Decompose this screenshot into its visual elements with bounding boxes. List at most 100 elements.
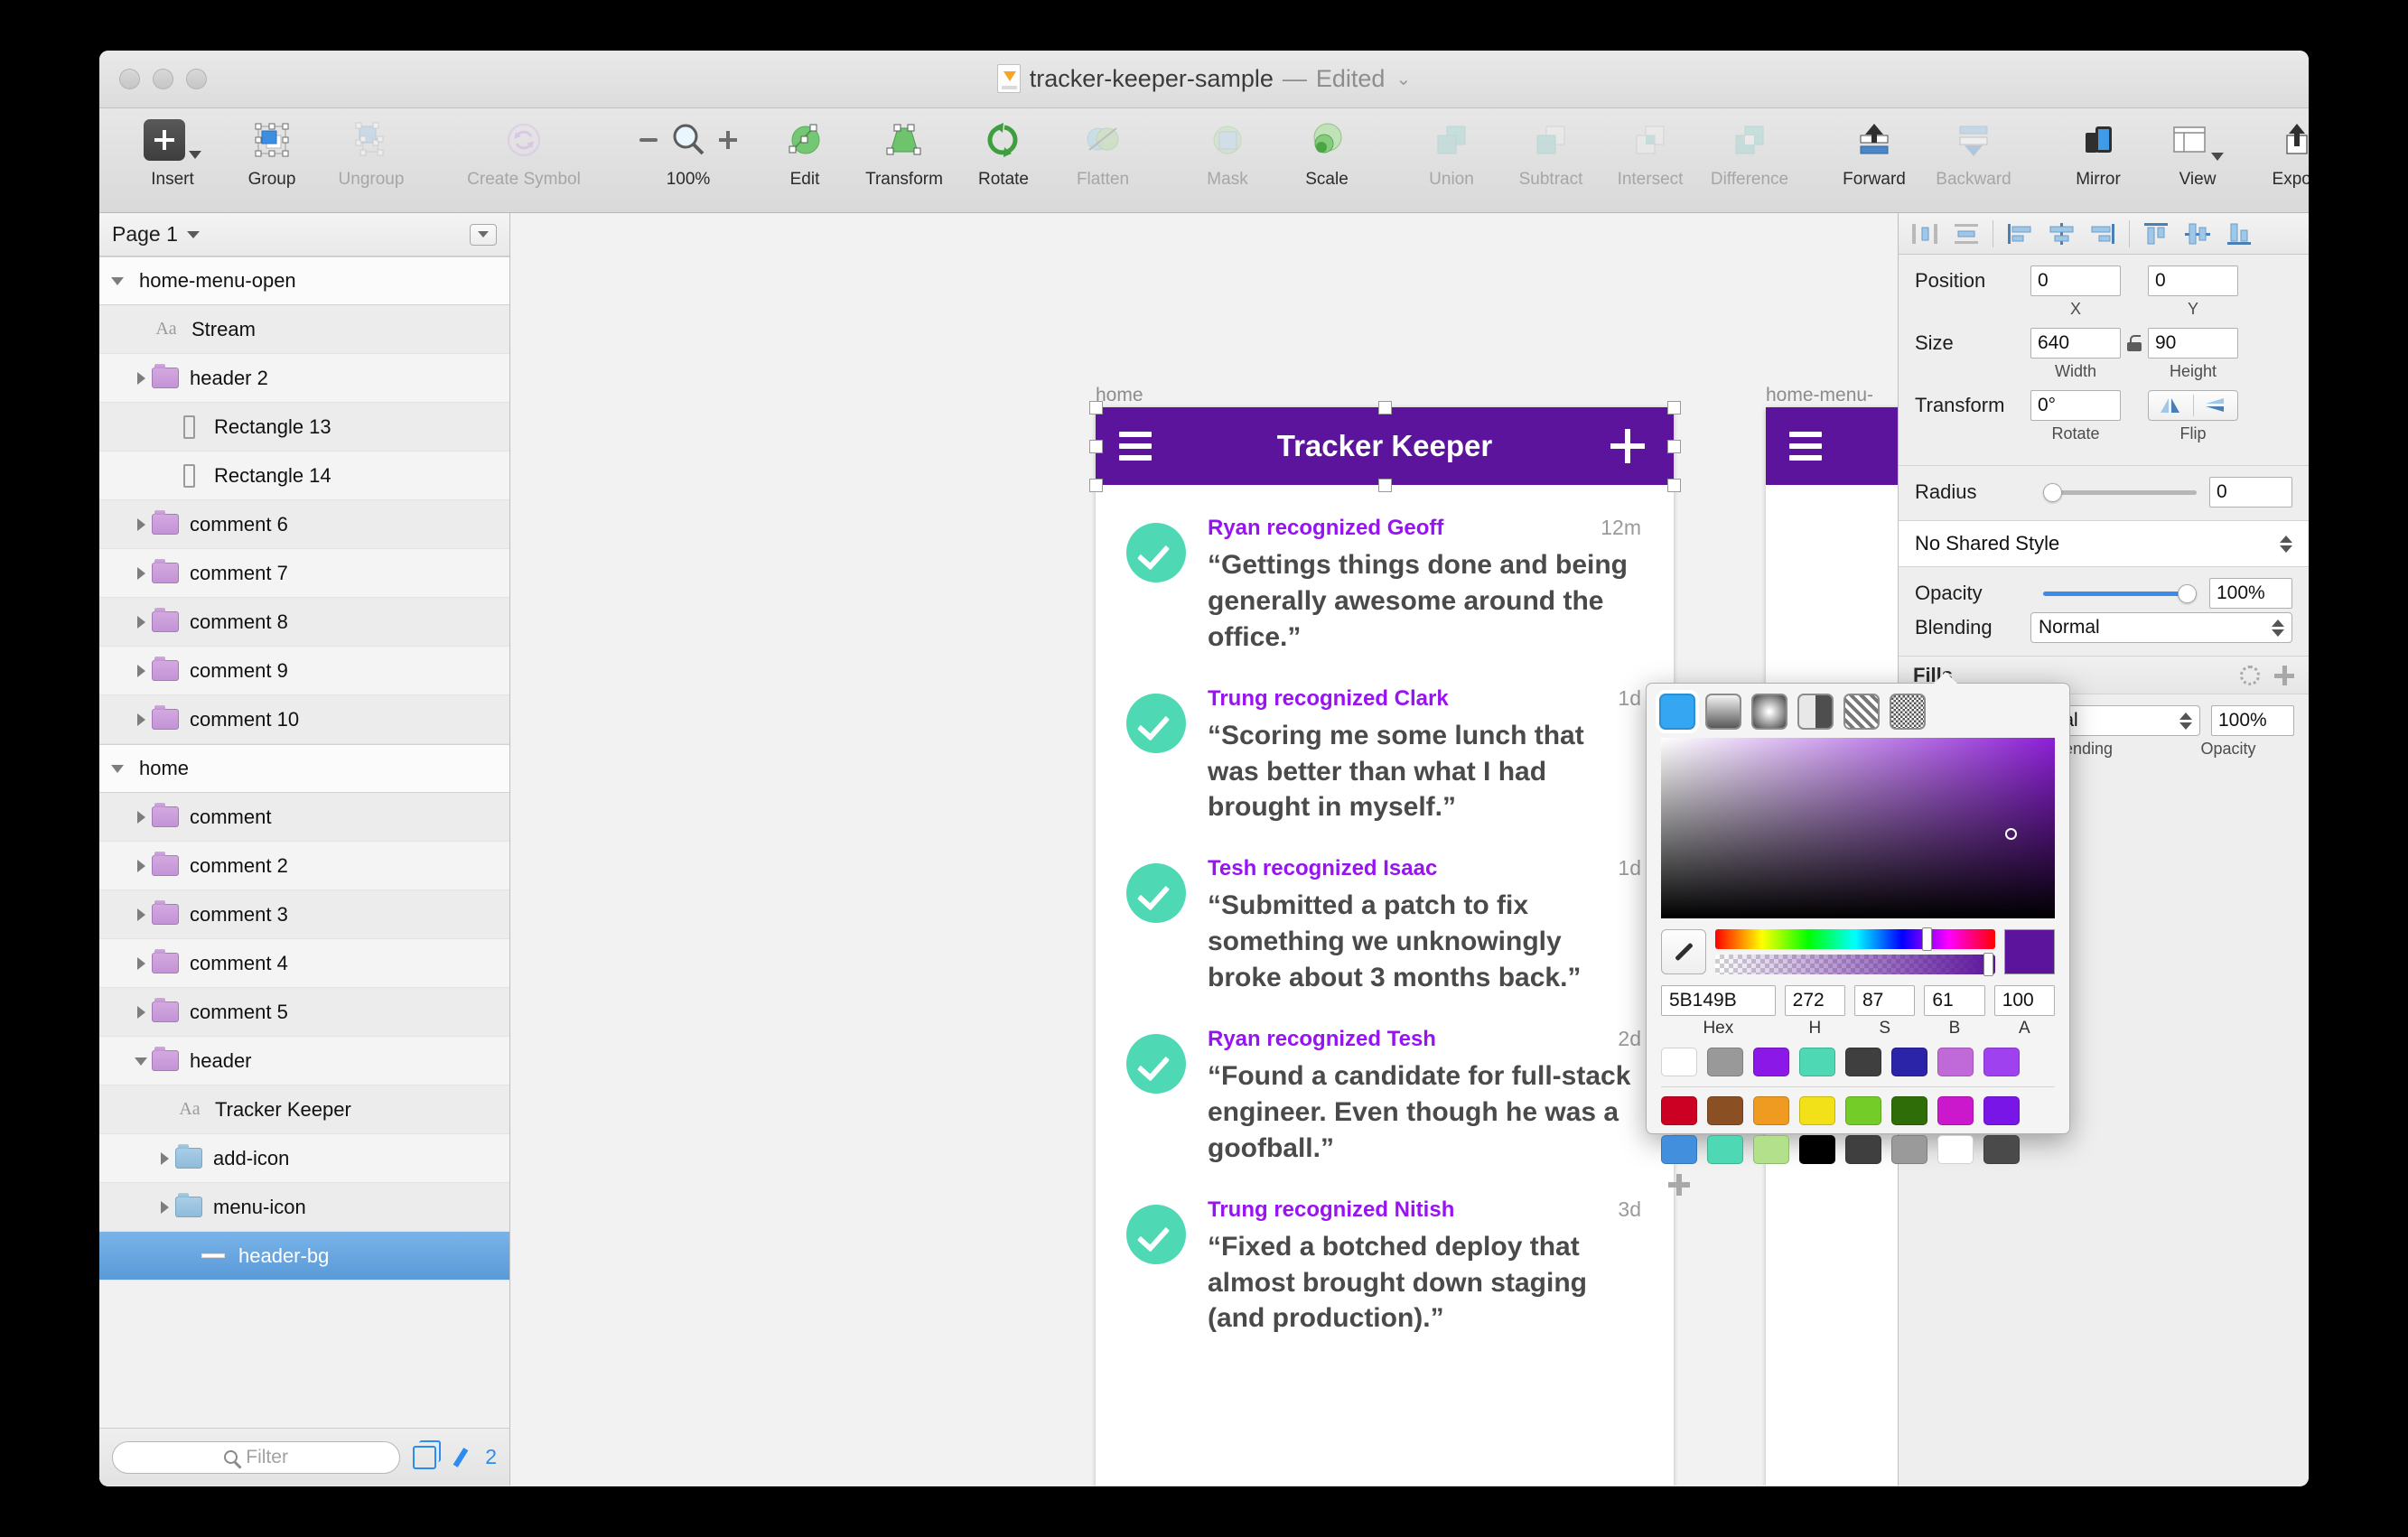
height-input[interactable]: 90 [2148, 328, 2238, 359]
edit-button[interactable]: Edit [755, 116, 854, 190]
add-icon[interactable] [1610, 429, 1645, 463]
color-swatch[interactable] [1891, 1135, 1927, 1164]
layer-row-home[interactable]: home [99, 744, 509, 793]
tab-noise-fill[interactable] [1890, 694, 1926, 730]
zoom-out-icon[interactable] [639, 138, 658, 142]
mask-button[interactable]: Mask [1178, 116, 1277, 190]
fill-type-tabs[interactable] [1647, 684, 2069, 738]
layer-row-comment-7[interactable]: comment 7 [99, 549, 509, 598]
difference-button[interactable]: Difference [1700, 116, 1799, 190]
flatten-button[interactable]: Flatten [1053, 116, 1153, 190]
chevron-updown-icon[interactable] [2179, 712, 2192, 730]
shared-style-select[interactable]: No Shared Style [1899, 521, 2309, 567]
disclosure-triangle-icon[interactable] [132, 807, 152, 827]
rotate-button[interactable]: Rotate [954, 116, 1053, 190]
disclosure-triangle-icon[interactable] [132, 564, 152, 583]
radius-slider[interactable] [2043, 482, 2197, 502]
disclosure-triangle-icon[interactable] [132, 856, 152, 876]
transform-button[interactable]: Transform [854, 116, 954, 190]
color-swatch[interactable] [1707, 1096, 1743, 1125]
align-left-icon[interactable] [1999, 218, 2040, 250]
page-list-button[interactable] [470, 223, 497, 246]
tab-pattern-fill[interactable] [1843, 694, 1880, 730]
radius-input[interactable]: 0 [2209, 477, 2292, 508]
layer-row-add-icon[interactable]: add-icon [99, 1134, 509, 1183]
color-swatch[interactable] [1799, 1048, 1835, 1076]
color-swatch[interactable] [1707, 1048, 1743, 1076]
opacity-input[interactable]: 100% [2209, 578, 2292, 609]
color-swatch[interactable] [1983, 1096, 2020, 1125]
color-swatch[interactable] [1799, 1135, 1835, 1164]
menu-icon[interactable] [1789, 432, 1822, 461]
feed-item[interactable]: Tesh recognized Isaac 1d “Submitted a patc… [1096, 856, 1674, 996]
color-swatch[interactable] [1983, 1048, 2020, 1076]
disclosure-triangle-icon[interactable] [132, 954, 152, 973]
nav-menu-item-tags[interactable]: Tags [1766, 608, 1898, 638]
align-middle-vertical-icon[interactable] [2177, 218, 2218, 250]
color-swatch[interactable] [1661, 1048, 1697, 1076]
disclosure-triangle-icon[interactable] [132, 1051, 152, 1071]
position-y-input[interactable]: 0 [2148, 265, 2238, 296]
disclosure-triangle-icon[interactable] [132, 515, 152, 535]
color-cursor[interactable] [2005, 828, 2017, 840]
align-bottom-icon[interactable] [2218, 218, 2260, 250]
layer-row-comment-10[interactable]: comment 10 [99, 695, 509, 744]
menu-icon[interactable] [1119, 432, 1152, 461]
feed-item[interactable]: Trung recognized Nitish 3d “Fixed a botche… [1096, 1197, 1674, 1337]
fill-opacity-input[interactable]: 100% [2211, 705, 2294, 736]
blending-select[interactable]: Normal [2030, 612, 2292, 643]
subtract-button[interactable]: Subtract [1501, 116, 1601, 190]
resize-handle[interactable] [1089, 440, 1103, 453]
align-center-horizontal-icon[interactable] [2040, 218, 2082, 250]
color-swatch[interactable] [1845, 1096, 1881, 1125]
layer-row-home-menu-open[interactable]: home-menu-open [99, 256, 509, 305]
duplicate-icon[interactable] [413, 1439, 442, 1469]
disclosure-triangle-icon[interactable] [132, 661, 152, 681]
nav-menu-item-stream[interactable]: Stream [1766, 526, 1898, 557]
distribute-horizontally-icon[interactable] [1904, 218, 1946, 250]
tab-radial-gradient[interactable] [1751, 694, 1787, 730]
align-right-icon[interactable] [2082, 218, 2123, 250]
flip-vertical-icon[interactable] [2194, 396, 2238, 415]
color-swatch[interactable] [1845, 1048, 1881, 1076]
brightness-input[interactable]: 61 [1924, 985, 1985, 1016]
layer-row-stream[interactable]: Aa Stream [99, 305, 509, 354]
feed-item[interactable]: Ryan recognized Geoff 12m “Gettings things… [1096, 516, 1674, 656]
layer-row-tracker-keeper[interactable]: Aa Tracker Keeper [99, 1085, 509, 1134]
layer-row-comment[interactable]: comment [99, 793, 509, 842]
layer-row-comment-8[interactable]: comment 8 [99, 598, 509, 647]
backward-button[interactable]: Backward [1924, 116, 2023, 190]
opacity-slider[interactable] [2043, 583, 2197, 603]
tab-angular-gradient[interactable] [1797, 694, 1834, 730]
disclosure-triangle-icon[interactable] [108, 271, 128, 291]
ungroup-button[interactable]: Ungroup [322, 116, 421, 190]
forward-button[interactable]: Forward [1825, 116, 1924, 190]
color-swatch[interactable] [1707, 1135, 1743, 1164]
color-swatch[interactable] [1937, 1096, 1974, 1125]
layer-row-header-2[interactable]: header 2 [99, 354, 509, 403]
group-button[interactable]: Group [222, 116, 322, 190]
resize-handle[interactable] [1667, 401, 1681, 415]
layer-row-comment-9[interactable]: comment 9 [99, 647, 509, 695]
distribute-vertically-icon[interactable] [1946, 218, 1987, 250]
filter-input[interactable]: Filter [112, 1440, 401, 1474]
layer-row-header-bg[interactable]: header-bg [99, 1232, 509, 1281]
disclosure-triangle-icon[interactable] [155, 1149, 175, 1169]
chevron-updown-icon[interactable] [2272, 619, 2284, 637]
color-picker-popover[interactable]: 5B149B 272 87 61 100 Hex H S B A [1646, 672, 2070, 1164]
color-swatch[interactable] [1937, 1048, 1974, 1076]
pencil-icon[interactable] [449, 1446, 472, 1469]
hue-slider[interactable] [1715, 927, 1995, 951]
view-button[interactable]: View [2148, 116, 2247, 190]
layer-row-comment-3[interactable]: comment 3 [99, 890, 509, 939]
color-swatch[interactable] [1845, 1135, 1881, 1164]
scale-button[interactable]: Scale [1277, 116, 1377, 190]
layer-row-rectangle-14[interactable]: Rectangle 14 [99, 452, 509, 500]
resize-handle[interactable] [1089, 479, 1103, 492]
flip-buttons[interactable] [2148, 390, 2238, 421]
hex-input[interactable]: 5B149B [1661, 985, 1776, 1016]
disclosure-triangle-icon[interactable] [132, 368, 152, 388]
layer-row-comment-5[interactable]: comment 5 [99, 988, 509, 1037]
mirror-button[interactable]: Mirror [2049, 116, 2148, 190]
app-header-home[interactable]: Tracker Keeper [1096, 407, 1674, 485]
